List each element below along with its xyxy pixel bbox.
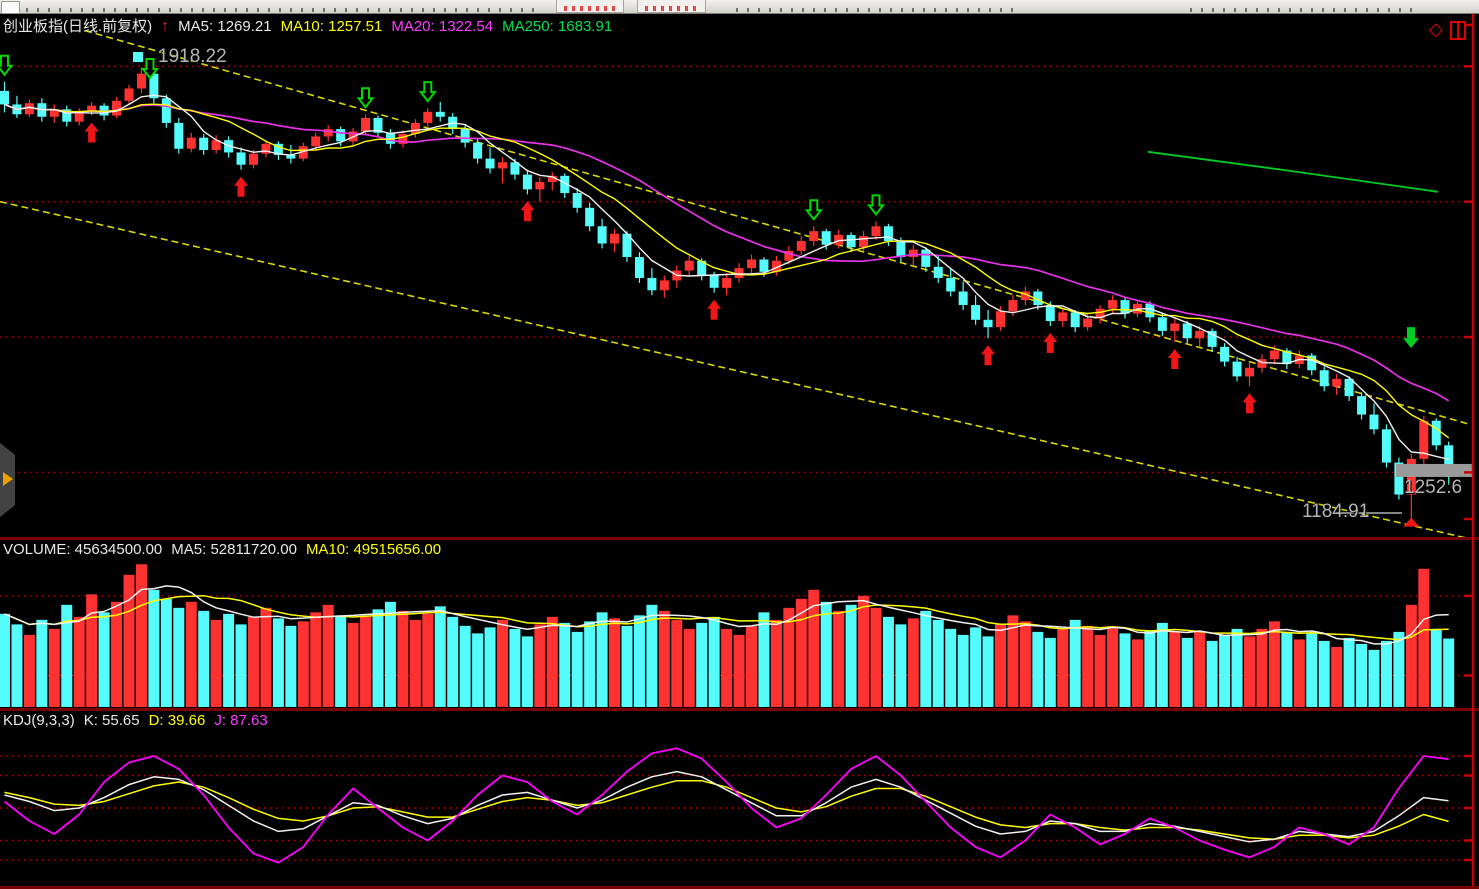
- window-icon-bar: [1457, 23, 1462, 38]
- expand-arrow-icon: [3, 472, 13, 486]
- chart-canvas[interactable]: [0, 0, 1479, 889]
- diamond-icon[interactable]: ◇: [1429, 20, 1443, 38]
- window-restore-icon[interactable]: [1450, 21, 1466, 40]
- sidebar-expand-handle[interactable]: [0, 443, 15, 517]
